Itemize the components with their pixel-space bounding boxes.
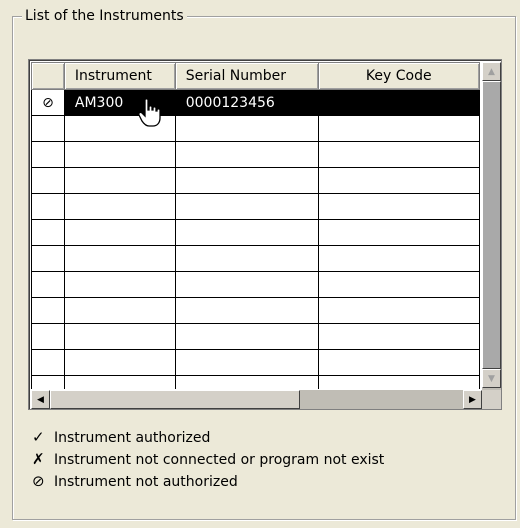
table-row[interactable] bbox=[31, 141, 480, 168]
instruments-grid[interactable]: Instrument Serial Number Key Code ⊘ AM30… bbox=[28, 59, 502, 410]
table-row[interactable] bbox=[31, 297, 480, 324]
chevron-up-icon: ▲ bbox=[488, 66, 495, 77]
instruments-table: Instrument Serial Number Key Code ⊘ AM30… bbox=[31, 62, 480, 389]
column-header-instrument[interactable]: Instrument bbox=[63, 62, 176, 90]
chevron-left-icon: ◀ bbox=[37, 394, 44, 405]
column-header-key-code[interactable]: Key Code bbox=[317, 62, 480, 90]
checkmark-icon: ✓ bbox=[32, 428, 45, 446]
horizontal-scroll-thumb[interactable] bbox=[50, 390, 300, 409]
horizontal-scrollbar[interactable]: ◀ ▶ bbox=[31, 390, 482, 409]
legend-label: Instrument not connected or program not … bbox=[54, 452, 385, 468]
serial-number-cell[interactable]: 0000123456 bbox=[174, 89, 319, 116]
table-row[interactable] bbox=[31, 349, 480, 376]
column-header-serial-number[interactable]: Serial Number bbox=[174, 62, 319, 90]
scroll-up-button[interactable]: ▲ bbox=[482, 62, 501, 81]
chevron-right-icon: ▶ bbox=[469, 394, 476, 405]
table-row[interactable] bbox=[31, 323, 480, 350]
table-row[interactable]: ⊘ AM300 0000123456 bbox=[31, 89, 480, 116]
table-row[interactable] bbox=[31, 271, 480, 298]
scrollbar-corner bbox=[482, 390, 501, 409]
not-authorized-icon: ⊘ bbox=[32, 472, 45, 490]
legend-item-authorized: ✓ Instrument authorized bbox=[32, 426, 384, 448]
row-indicator-header bbox=[31, 62, 65, 90]
status-legend: ✓ Instrument authorized ✗ Instrument not c… bbox=[32, 426, 384, 492]
table-row[interactable] bbox=[31, 167, 480, 194]
table-row[interactable] bbox=[31, 193, 480, 220]
vertical-scroll-thumb[interactable] bbox=[482, 81, 501, 369]
scroll-right-button[interactable]: ▶ bbox=[463, 390, 482, 409]
table-row[interactable] bbox=[31, 245, 480, 272]
legend-item-not-connected: ✗ Instrument not connected or program not… bbox=[32, 448, 384, 470]
not-authorized-icon: ⊘ bbox=[31, 89, 65, 116]
table-row[interactable] bbox=[31, 219, 480, 246]
key-code-cell[interactable] bbox=[317, 89, 480, 116]
table-row[interactable] bbox=[31, 375, 480, 389]
scroll-down-button[interactable]: ▼ bbox=[482, 369, 501, 388]
chevron-down-icon: ▼ bbox=[488, 373, 495, 384]
legend-label: Instrument not authorized bbox=[54, 474, 238, 490]
table-row[interactable] bbox=[31, 115, 480, 142]
vertical-scrollbar[interactable]: ▲ ▼ bbox=[482, 62, 501, 390]
legend-label: Instrument authorized bbox=[54, 430, 211, 446]
cross-icon: ✗ bbox=[32, 450, 45, 468]
legend-item-not-authorized: ⊘ Instrument not authorized bbox=[32, 470, 384, 492]
hand-cursor-icon bbox=[138, 98, 161, 127]
groupbox-title: List of the Instruments bbox=[22, 7, 187, 25]
scroll-left-button[interactable]: ◀ bbox=[31, 390, 50, 409]
